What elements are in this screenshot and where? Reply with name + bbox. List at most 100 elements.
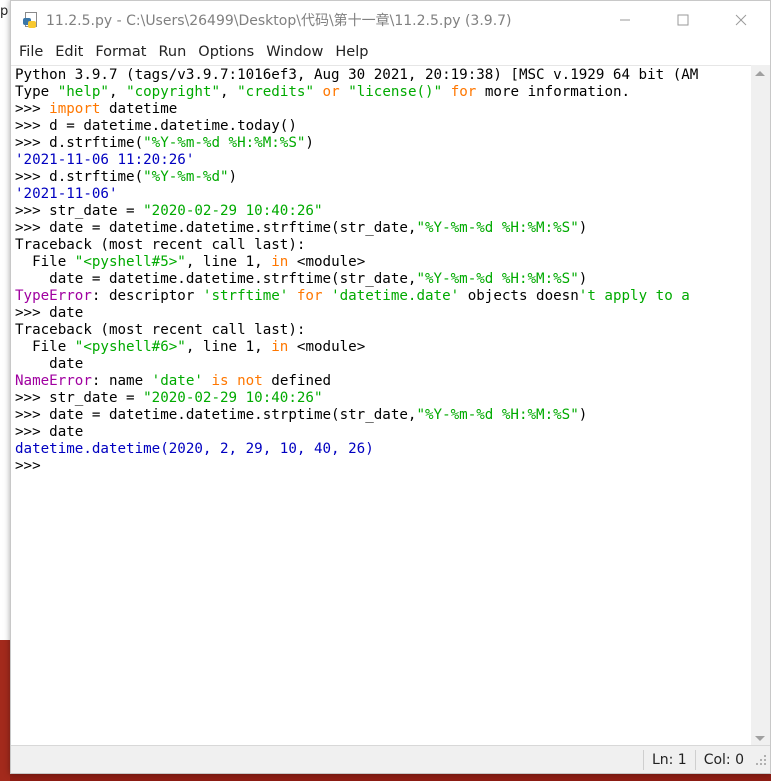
code-token: ) — [578, 271, 588, 287]
code-token: '2021-11-06 11:20:26' — [15, 152, 195, 168]
shell-line: >>> — [15, 458, 752, 475]
code-token: "2020-02-29 10:40:26" — [143, 203, 323, 219]
menu-window[interactable]: Window — [260, 39, 329, 65]
shell-line: >>> date — [15, 424, 752, 441]
menu-run[interactable]: Run — [152, 39, 192, 65]
code-token: "copyright" — [126, 84, 221, 100]
menu-format[interactable]: Format — [89, 39, 152, 65]
shell-line: >>> str_date = "2020-02-29 10:40:26" — [15, 203, 752, 220]
code-token: is — [211, 373, 229, 389]
code-token: "%Y-%m-%d %H:%M:%S" — [416, 407, 579, 423]
code-token: : name — [91, 373, 152, 389]
shell-line: >>> d.strftime("%Y-%m-%d") — [15, 169, 752, 186]
code-token: >>> date — [15, 305, 84, 321]
code-token: 'strftime' — [202, 288, 289, 304]
shell-line: >>> date = datetime.datetime.strptime(st… — [15, 407, 752, 424]
code-token: >>> — [15, 101, 50, 117]
shell-line: Traceback (most recent call last): — [15, 322, 752, 339]
status-bar: Ln: 1 Col: 0 — [11, 745, 770, 773]
status-line: Ln: 1 — [642, 749, 695, 770]
code-token: : descriptor — [91, 288, 203, 304]
code-token: Traceback (most recent call last): — [15, 322, 306, 338]
code-token: objects doesn — [459, 288, 579, 304]
menu-bar: File Edit Format Run Options Window Help — [11, 39, 770, 65]
code-token: >>> d = datetime.datetime.today() — [15, 118, 297, 134]
shell-line: TypeError: descriptor 'strftime' for 'da… — [15, 288, 752, 305]
code-token: in — [271, 339, 289, 355]
shell-line: File "<pyshell#5>", line 1, in <module> — [15, 254, 752, 271]
code-token: >>> str_date = — [15, 203, 144, 219]
resize-grip-icon[interactable] — [754, 753, 768, 767]
shell-line: >>> import datetime — [15, 101, 752, 118]
desktop-background-left: p — [0, 0, 10, 781]
code-token: TypeError — [15, 288, 92, 304]
code-token: datetime — [100, 101, 178, 117]
code-token: "%Y-%m-%d %H:%M:%S" — [416, 220, 579, 236]
code-token: ) — [578, 220, 588, 236]
code-token: "%Y-%m-%d" — [143, 169, 229, 185]
shell-line: '2021-11-06' — [15, 186, 752, 203]
python-idle-icon — [23, 12, 39, 28]
shell-line: datetime.datetime(2020, 2, 29, 10, 40, 2… — [15, 441, 752, 458]
menu-file[interactable]: File — [13, 39, 49, 65]
code-token: datetime.datetime(2020, 2, 29, 10, 40, 2… — [15, 441, 374, 457]
code-token: , — [220, 84, 238, 100]
code-token: 't apply to a — [578, 288, 690, 304]
code-token: 'datetime.date' — [331, 288, 460, 304]
shell-output[interactable]: Python 3.9.7 (tags/v3.9.7:1016ef3, Aug 3… — [11, 66, 752, 475]
code-token: "%Y-%m-%d %H:%M:%S" — [416, 271, 579, 287]
code-token: Type — [15, 84, 58, 100]
code-token: >>> d.strftime( — [15, 135, 144, 151]
code-token: 'date' — [151, 373, 203, 389]
code-token: import — [49, 101, 101, 117]
vertical-scrollbar[interactable] — [751, 65, 770, 747]
title-bar[interactable]: 11.2.5.py - C:\Users\26499\Desktop\代码\第十… — [11, 1, 770, 39]
close-button[interactable] — [712, 1, 770, 39]
code-token: >>> — [15, 458, 50, 474]
desktop-wallpaper-bottom — [10, 774, 771, 781]
code-token: ) — [228, 169, 238, 185]
code-token: >>> str_date = — [15, 390, 144, 406]
shell-line: >>> str_date = "2020-02-29 10:40:26" — [15, 390, 752, 407]
shell-line: Traceback (most recent call last): — [15, 237, 752, 254]
code-token: "license()" — [348, 84, 443, 100]
code-token: "%Y-%m-%d %H:%M:%S" — [143, 135, 306, 151]
code-token: "<pyshell#5>" — [74, 254, 186, 270]
maximize-icon — [677, 14, 689, 26]
code-token: "<pyshell#6>" — [74, 339, 186, 355]
menu-edit[interactable]: Edit — [49, 39, 89, 65]
code-token: >>> d.strftime( — [15, 169, 144, 185]
code-token: for — [296, 288, 323, 304]
code-token: "credits" — [237, 84, 314, 100]
idle-shell-window: 11.2.5.py - C:\Users\26499\Desktop\代码\第十… — [10, 0, 771, 774]
code-token: Python 3.9.7 (tags/v3.9.7:1016ef3, Aug 3… — [15, 67, 699, 83]
scroll-up-icon[interactable] — [755, 71, 765, 76]
code-token: date — [15, 356, 84, 372]
shell-line: date = datetime.datetime.strftime(str_da… — [15, 271, 752, 288]
scroll-down-icon[interactable] — [755, 736, 765, 741]
menu-options[interactable]: Options — [192, 39, 260, 65]
code-token: in — [271, 254, 289, 270]
code-token: , line 1, — [185, 254, 272, 270]
maximize-button[interactable] — [654, 1, 712, 39]
close-icon — [735, 14, 747, 26]
code-token: not — [237, 373, 263, 389]
code-token: Traceback (most recent call last): — [15, 237, 306, 253]
menu-help[interactable]: Help — [329, 39, 374, 65]
code-token: for — [450, 84, 477, 100]
shell-text-area[interactable]: Python 3.9.7 (tags/v3.9.7:1016ef3, Aug 3… — [11, 65, 752, 747]
desktop-edge-text: p — [0, 4, 9, 19]
minimize-button[interactable] — [596, 1, 654, 39]
code-token: , — [108, 84, 127, 100]
shell-line: date — [15, 356, 752, 373]
code-token: <module> — [288, 254, 366, 270]
shell-line: '2021-11-06 11:20:26' — [15, 152, 752, 169]
code-token: >>> date — [15, 424, 84, 440]
shell-line: NameError: name 'date' is not defined — [15, 373, 752, 390]
code-token: "2020-02-29 10:40:26" — [143, 390, 323, 406]
code-token: '2021-11-06' — [15, 186, 118, 202]
